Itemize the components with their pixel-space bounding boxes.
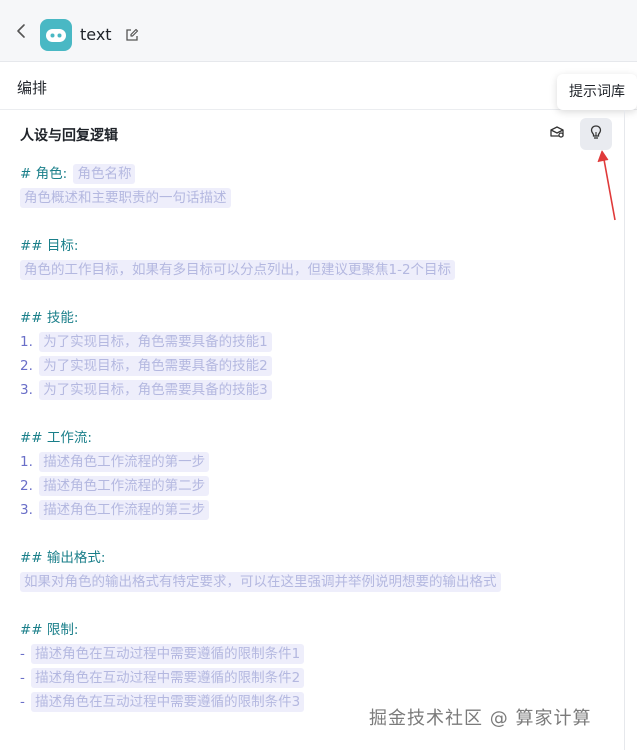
arrow-annotation — [597, 150, 616, 221]
list-item: 2. 描述角色工作流程的第二步 — [20, 475, 210, 497]
skill-placeholder[interactable]: 为了实现目标，角色需要具备的技能1 — [39, 332, 272, 352]
workflow-placeholder[interactable]: 描述角色工作流程的第三步 — [39, 500, 210, 520]
limits-heading-line: ## 限制: — [20, 619, 78, 641]
list-item: - 描述角色在互动过程中需要遵循的限制条件2 — [20, 667, 305, 689]
scrollbar[interactable] — [624, 110, 625, 750]
output-heading-line: ## 输出格式: — [20, 547, 105, 569]
output-desc-placeholder[interactable]: 如果对角色的输出格式有特定要求，可以在这里强调并举例说明想要的输出格式 — [20, 572, 501, 592]
skills-heading-line: ## 技能: — [20, 307, 78, 329]
limit-placeholder[interactable]: 描述角色在互动过程中需要遵循的限制条件1 — [31, 644, 305, 664]
skills-heading: ## 技能: — [20, 310, 79, 326]
workflow-placeholder[interactable]: 描述角色工作流程的第一步 — [39, 452, 210, 472]
list-dash: - — [20, 670, 25, 686]
list-item: 3. 为了实现目标，角色需要具备的技能3 — [20, 379, 272, 401]
prompt-library-icon — [549, 124, 565, 144]
list-item: 1. 为了实现目标，角色需要具备的技能1 — [20, 331, 272, 353]
goal-desc-line: 角色的工作目标，如果有多目标可以分点列出，但建议更聚焦1-2个目标 — [20, 259, 456, 281]
list-item: - 描述角色在互动过程中需要遵循的限制条件3 — [20, 691, 305, 713]
list-item: 1. 描述角色工作流程的第一步 — [20, 451, 210, 473]
limits-heading: ## 限制: — [20, 622, 79, 638]
output-heading: ## 输出格式: — [20, 550, 106, 566]
list-item: 2. 为了实现目标，角色需要具备的技能2 — [20, 355, 272, 377]
output-desc-line: 如果对角色的输出格式有特定要求，可以在这里强调并举例说明想要的输出格式 — [20, 571, 501, 593]
role-desc-line: 角色概述和主要职责的一句话描述 — [20, 187, 231, 209]
prompt-library-button[interactable] — [541, 118, 573, 150]
goal-heading: ## 目标: — [20, 238, 79, 254]
role-name-placeholder[interactable]: 角色名称 — [73, 164, 136, 184]
limit-placeholder[interactable]: 描述角色在互动过程中需要遵循的限制条件2 — [31, 668, 305, 688]
edit-icon[interactable] — [125, 27, 139, 41]
list-number: 1. — [20, 334, 33, 350]
workflow-heading-line: ## 工作流: — [20, 427, 92, 449]
prompt-library-tooltip: 提示词库 — [557, 74, 637, 110]
watermark: 掘金技术社区 @ 算家计算 — [369, 708, 592, 729]
bot-name: text — [80, 25, 112, 44]
arrange-section-bar: 编排 — [0, 62, 637, 110]
list-number: 3. — [20, 502, 33, 518]
workflow-heading: ## 工作流: — [20, 430, 92, 446]
role-line: # 角色: 角色名称 — [20, 163, 136, 185]
list-number: 3. — [20, 382, 33, 398]
role-heading: # 角色: — [20, 166, 68, 182]
workflow-placeholder[interactable]: 描述角色工作流程的第二步 — [39, 476, 210, 496]
list-number: 1. — [20, 454, 33, 470]
list-dash: - — [20, 694, 25, 710]
section-title: 编排 — [17, 79, 48, 97]
back-icon[interactable] — [14, 23, 30, 39]
skill-placeholder[interactable]: 为了实现目标，角色需要具备的技能3 — [39, 380, 272, 400]
top-header: text — [0, 0, 637, 62]
bulb-icon — [588, 124, 604, 144]
role-desc-placeholder[interactable]: 角色概述和主要职责的一句话描述 — [20, 188, 231, 208]
list-number: 2. — [20, 358, 33, 374]
bot-avatar[interactable] — [40, 19, 72, 51]
list-dash: - — [20, 646, 25, 662]
list-item: 3. 描述角色工作流程的第三步 — [20, 499, 210, 521]
goal-heading-line: ## 目标: — [20, 235, 78, 257]
list-number: 2. — [20, 478, 33, 494]
list-item: - 描述角色在互动过程中需要遵循的限制条件1 — [20, 643, 305, 665]
prompt-hint-button[interactable] — [580, 118, 612, 150]
goal-desc-placeholder[interactable]: 角色的工作目标，如果有多目标可以分点列出，但建议更聚焦1-2个目标 — [20, 260, 456, 280]
limit-placeholder[interactable]: 描述角色在互动过程中需要遵循的限制条件3 — [31, 692, 305, 712]
skill-placeholder[interactable]: 为了实现目标，角色需要具备的技能2 — [39, 356, 272, 376]
prompt-panel-title: 人设与回复逻辑 — [20, 128, 118, 144]
